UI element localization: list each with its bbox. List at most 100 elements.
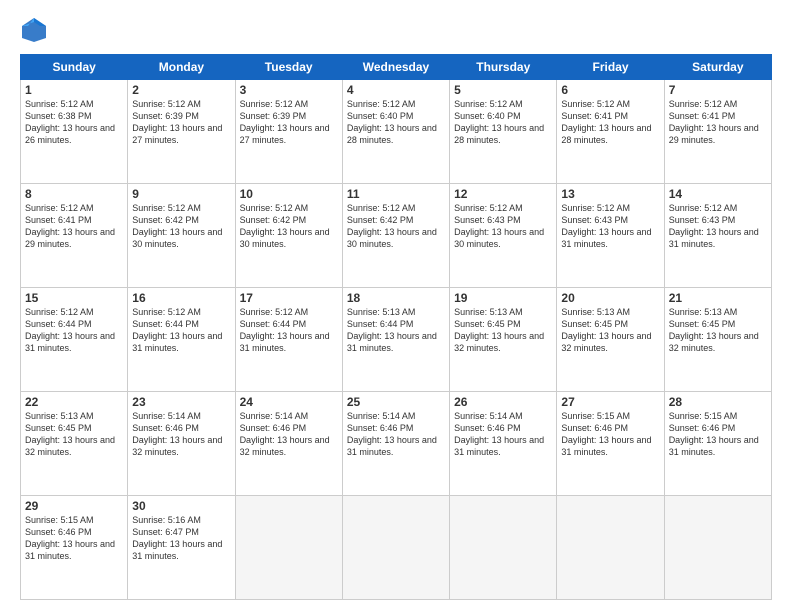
- calendar-week-row: 15 Sunrise: 5:12 AMSunset: 6:44 PMDaylig…: [21, 288, 772, 392]
- day-number: 25: [347, 395, 445, 409]
- weekday-header-cell: Monday: [128, 55, 235, 80]
- calendar-day-cell: 4 Sunrise: 5:12 AMSunset: 6:40 PMDayligh…: [342, 80, 449, 184]
- logo: [20, 16, 52, 44]
- day-info: Sunrise: 5:14 AMSunset: 6:46 PMDaylight:…: [347, 411, 437, 457]
- weekday-header-cell: Friday: [557, 55, 664, 80]
- day-number: 9: [132, 187, 230, 201]
- calendar-day-cell: 14 Sunrise: 5:12 AMSunset: 6:43 PMDaylig…: [664, 184, 771, 288]
- calendar-day-cell: 3 Sunrise: 5:12 AMSunset: 6:39 PMDayligh…: [235, 80, 342, 184]
- day-info: Sunrise: 5:12 AMSunset: 6:43 PMDaylight:…: [454, 203, 544, 249]
- calendar-day-cell: 21 Sunrise: 5:13 AMSunset: 6:45 PMDaylig…: [664, 288, 771, 392]
- calendar-day-cell: [235, 496, 342, 600]
- day-info: Sunrise: 5:14 AMSunset: 6:46 PMDaylight:…: [240, 411, 330, 457]
- day-info: Sunrise: 5:12 AMSunset: 6:41 PMDaylight:…: [25, 203, 115, 249]
- calendar-day-cell: 13 Sunrise: 5:12 AMSunset: 6:43 PMDaylig…: [557, 184, 664, 288]
- day-info: Sunrise: 5:12 AMSunset: 6:43 PMDaylight:…: [669, 203, 759, 249]
- calendar-day-cell: 5 Sunrise: 5:12 AMSunset: 6:40 PMDayligh…: [450, 80, 557, 184]
- calendar-day-cell: 1 Sunrise: 5:12 AMSunset: 6:38 PMDayligh…: [21, 80, 128, 184]
- calendar-day-cell: [557, 496, 664, 600]
- day-number: 5: [454, 83, 552, 97]
- calendar-day-cell: 6 Sunrise: 5:12 AMSunset: 6:41 PMDayligh…: [557, 80, 664, 184]
- calendar-day-cell: 24 Sunrise: 5:14 AMSunset: 6:46 PMDaylig…: [235, 392, 342, 496]
- calendar-body: 1 Sunrise: 5:12 AMSunset: 6:38 PMDayligh…: [21, 80, 772, 600]
- day-number: 10: [240, 187, 338, 201]
- day-number: 26: [454, 395, 552, 409]
- day-number: 29: [25, 499, 123, 513]
- day-info: Sunrise: 5:16 AMSunset: 6:47 PMDaylight:…: [132, 515, 222, 561]
- weekday-header-row: SundayMondayTuesdayWednesdayThursdayFrid…: [21, 55, 772, 80]
- calendar-week-row: 8 Sunrise: 5:12 AMSunset: 6:41 PMDayligh…: [21, 184, 772, 288]
- weekday-header-cell: Tuesday: [235, 55, 342, 80]
- calendar-day-cell: 9 Sunrise: 5:12 AMSunset: 6:42 PMDayligh…: [128, 184, 235, 288]
- calendar-day-cell: 25 Sunrise: 5:14 AMSunset: 6:46 PMDaylig…: [342, 392, 449, 496]
- calendar-day-cell: 29 Sunrise: 5:15 AMSunset: 6:46 PMDaylig…: [21, 496, 128, 600]
- day-info: Sunrise: 5:12 AMSunset: 6:38 PMDaylight:…: [25, 99, 115, 145]
- calendar-day-cell: 12 Sunrise: 5:12 AMSunset: 6:43 PMDaylig…: [450, 184, 557, 288]
- calendar-day-cell: 20 Sunrise: 5:13 AMSunset: 6:45 PMDaylig…: [557, 288, 664, 392]
- calendar-day-cell: 26 Sunrise: 5:14 AMSunset: 6:46 PMDaylig…: [450, 392, 557, 496]
- calendar-day-cell: 18 Sunrise: 5:13 AMSunset: 6:44 PMDaylig…: [342, 288, 449, 392]
- calendar-day-cell: 10 Sunrise: 5:12 AMSunset: 6:42 PMDaylig…: [235, 184, 342, 288]
- calendar-day-cell: 8 Sunrise: 5:12 AMSunset: 6:41 PMDayligh…: [21, 184, 128, 288]
- day-info: Sunrise: 5:12 AMSunset: 6:41 PMDaylight:…: [669, 99, 759, 145]
- day-number: 16: [132, 291, 230, 305]
- day-number: 19: [454, 291, 552, 305]
- day-info: Sunrise: 5:12 AMSunset: 6:43 PMDaylight:…: [561, 203, 651, 249]
- calendar-day-cell: 17 Sunrise: 5:12 AMSunset: 6:44 PMDaylig…: [235, 288, 342, 392]
- day-info: Sunrise: 5:12 AMSunset: 6:44 PMDaylight:…: [240, 307, 330, 353]
- calendar-day-cell: 23 Sunrise: 5:14 AMSunset: 6:46 PMDaylig…: [128, 392, 235, 496]
- day-info: Sunrise: 5:15 AMSunset: 6:46 PMDaylight:…: [25, 515, 115, 561]
- day-info: Sunrise: 5:15 AMSunset: 6:46 PMDaylight:…: [561, 411, 651, 457]
- day-number: 3: [240, 83, 338, 97]
- calendar-day-cell: 15 Sunrise: 5:12 AMSunset: 6:44 PMDaylig…: [21, 288, 128, 392]
- day-info: Sunrise: 5:13 AMSunset: 6:45 PMDaylight:…: [454, 307, 544, 353]
- day-number: 22: [25, 395, 123, 409]
- day-info: Sunrise: 5:12 AMSunset: 6:42 PMDaylight:…: [240, 203, 330, 249]
- calendar-week-row: 22 Sunrise: 5:13 AMSunset: 6:45 PMDaylig…: [21, 392, 772, 496]
- day-number: 21: [669, 291, 767, 305]
- day-info: Sunrise: 5:12 AMSunset: 6:40 PMDaylight:…: [347, 99, 437, 145]
- day-number: 20: [561, 291, 659, 305]
- day-info: Sunrise: 5:13 AMSunset: 6:45 PMDaylight:…: [25, 411, 115, 457]
- calendar-day-cell: 19 Sunrise: 5:13 AMSunset: 6:45 PMDaylig…: [450, 288, 557, 392]
- calendar-day-cell: [342, 496, 449, 600]
- day-number: 28: [669, 395, 767, 409]
- day-info: Sunrise: 5:13 AMSunset: 6:44 PMDaylight:…: [347, 307, 437, 353]
- day-info: Sunrise: 5:13 AMSunset: 6:45 PMDaylight:…: [669, 307, 759, 353]
- page: SundayMondayTuesdayWednesdayThursdayFrid…: [0, 0, 792, 612]
- day-info: Sunrise: 5:12 AMSunset: 6:42 PMDaylight:…: [347, 203, 437, 249]
- day-number: 18: [347, 291, 445, 305]
- day-number: 7: [669, 83, 767, 97]
- day-info: Sunrise: 5:12 AMSunset: 6:39 PMDaylight:…: [132, 99, 222, 145]
- weekday-header-cell: Wednesday: [342, 55, 449, 80]
- day-number: 27: [561, 395, 659, 409]
- day-number: 11: [347, 187, 445, 201]
- calendar-week-row: 29 Sunrise: 5:15 AMSunset: 6:46 PMDaylig…: [21, 496, 772, 600]
- day-number: 30: [132, 499, 230, 513]
- calendar-day-cell: 2 Sunrise: 5:12 AMSunset: 6:39 PMDayligh…: [128, 80, 235, 184]
- calendar-week-row: 1 Sunrise: 5:12 AMSunset: 6:38 PMDayligh…: [21, 80, 772, 184]
- calendar-day-cell: 11 Sunrise: 5:12 AMSunset: 6:42 PMDaylig…: [342, 184, 449, 288]
- day-info: Sunrise: 5:12 AMSunset: 6:44 PMDaylight:…: [25, 307, 115, 353]
- calendar-day-cell: 22 Sunrise: 5:13 AMSunset: 6:45 PMDaylig…: [21, 392, 128, 496]
- calendar-day-cell: [450, 496, 557, 600]
- day-number: 12: [454, 187, 552, 201]
- calendar-day-cell: 28 Sunrise: 5:15 AMSunset: 6:46 PMDaylig…: [664, 392, 771, 496]
- day-info: Sunrise: 5:12 AMSunset: 6:44 PMDaylight:…: [132, 307, 222, 353]
- calendar-day-cell: 27 Sunrise: 5:15 AMSunset: 6:46 PMDaylig…: [557, 392, 664, 496]
- day-info: Sunrise: 5:15 AMSunset: 6:46 PMDaylight:…: [669, 411, 759, 457]
- day-info: Sunrise: 5:12 AMSunset: 6:42 PMDaylight:…: [132, 203, 222, 249]
- day-info: Sunrise: 5:14 AMSunset: 6:46 PMDaylight:…: [454, 411, 544, 457]
- day-number: 6: [561, 83, 659, 97]
- weekday-header-cell: Saturday: [664, 55, 771, 80]
- day-number: 8: [25, 187, 123, 201]
- day-number: 2: [132, 83, 230, 97]
- day-number: 13: [561, 187, 659, 201]
- calendar-day-cell: [664, 496, 771, 600]
- day-number: 14: [669, 187, 767, 201]
- day-number: 17: [240, 291, 338, 305]
- logo-icon: [20, 16, 48, 44]
- day-info: Sunrise: 5:12 AMSunset: 6:39 PMDaylight:…: [240, 99, 330, 145]
- day-number: 24: [240, 395, 338, 409]
- day-number: 4: [347, 83, 445, 97]
